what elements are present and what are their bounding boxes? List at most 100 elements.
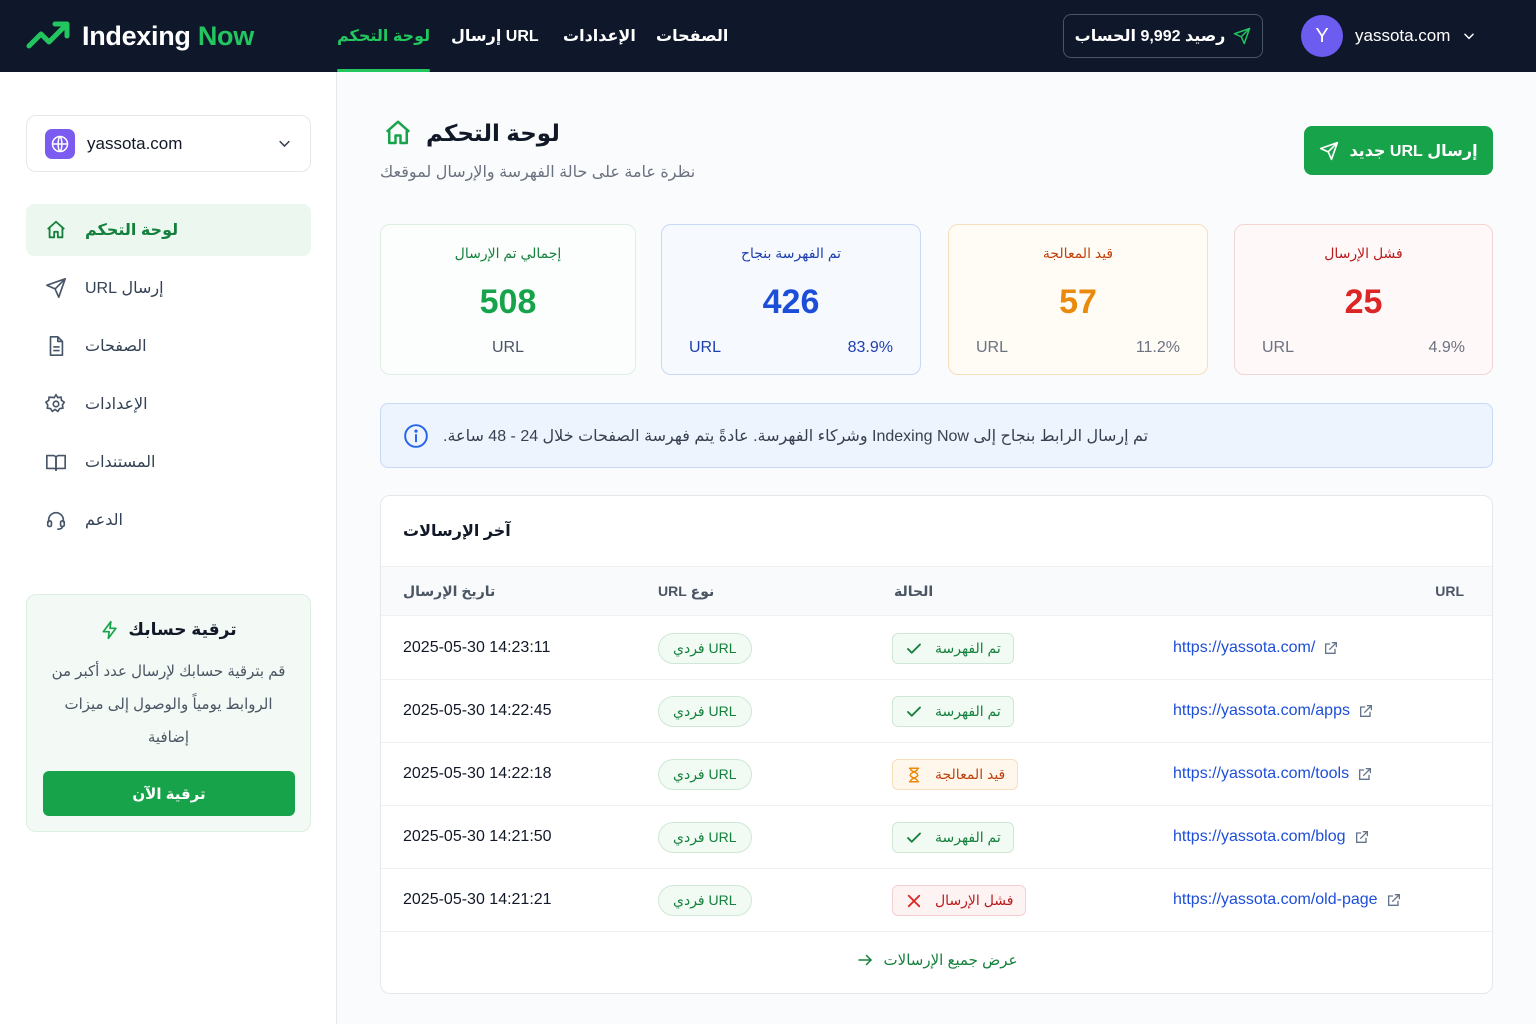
stat-value: 426 [762,283,820,321]
column-header-type[interactable]: نوع URL [658,583,714,600]
external-link-icon [1357,766,1373,782]
app-name: Indexing Now [82,20,254,51]
status-badge: تم الفهرسة [892,822,1014,853]
status-badge: فشل الإرسال [892,885,1027,916]
stat-title: تم الفهرسة بنجاح [740,245,842,261]
sidebar-item-docs[interactable]: المستندات [26,436,311,488]
page-header: لوحة التحكم [382,118,560,148]
gear-icon [45,393,67,415]
headset-icon [45,509,67,531]
info-icon [403,423,429,449]
user-menu[interactable]: Y yassota.com [1301,14,1476,58]
lightning-icon [100,619,120,641]
row-date: 2025-05-30 14:21:50 [403,828,552,845]
send-icon [1319,141,1339,161]
upgrade-description: قم بترقية حسابك لإرسال عدد أكبر من الروا… [51,663,286,746]
view-all-submissions-link[interactable]: عرض جميع الإرسالات [381,951,1492,969]
site-name: yassota.com [87,133,183,153]
table-row[interactable]: 2025-05-30 14:21:21 URL فردي فشل الإرسال… [381,869,1492,932]
stat-unit: URL [976,339,1009,356]
sidebar: yassota.com لوحة التحكم إرسال URL الصفحا… [0,72,337,1024]
stat-percent: 4.9% [1428,339,1465,356]
status-badge: قيد المعالجة [892,759,1019,790]
nav-settings[interactable]: الإعدادات [563,0,636,72]
type-badge: URL فردي [658,822,752,853]
type-badge: URL فردي [658,759,752,790]
send-icon [45,277,67,299]
row-date: 2025-05-30 14:21:21 [403,891,552,908]
row-url-link[interactable]: https://yassota.com/apps [1173,702,1374,720]
recent-submissions: آخر الإرسالات تاريخ الإرسال نوع URL الحا… [380,495,1493,994]
home-icon [382,118,414,148]
sidebar-item-dashboard[interactable]: لوحة التحكم [26,204,311,256]
nav-pages[interactable]: الصفحات [656,0,728,72]
document-icon [45,335,67,357]
row-date: 2025-05-30 14:23:11 [403,639,551,656]
upgrade-now-button[interactable]: ترقية الآن [43,771,295,816]
stat-percent: 83.9% [847,339,893,356]
table-row[interactable]: 2025-05-30 14:22:45 URL فردي تم الفهرسة … [381,680,1492,743]
stat-value: 25 [1344,283,1383,321]
avatar: Y [1301,15,1343,57]
table-row[interactable]: 2025-05-30 14:23:11 URL فردي تم الفهرسة … [381,617,1492,680]
arrow-right-icon [856,951,874,969]
new-url-button[interactable]: إرسال URL جديد [1304,126,1493,175]
stat-percent: 11.2% [1135,339,1180,356]
row-url-link[interactable]: https://yassota.com/blog [1173,828,1370,846]
table-header: تاريخ الإرسال نوع URL الحالة URL [381,566,1492,616]
user-site: yassota.com [1355,26,1451,45]
sidebar-item-label: الصفحات [85,338,147,355]
hourglass-icon [905,766,923,784]
row-url-link[interactable]: https://yassota.com/tools [1173,765,1373,783]
stat-card-pending: قيد المعالجة 57 URL 11.2% [948,224,1208,375]
send-icon [1233,27,1251,45]
external-link-icon [1354,829,1370,845]
top-navbar: Indexing Now لوحة التحكم إرسال URL الإعد… [0,0,1536,72]
chevron-down-icon [1462,29,1476,43]
home-icon [45,219,67,241]
nav-dashboard[interactable]: لوحة التحكم [337,0,431,72]
stat-card-indexed: تم الفهرسة بنجاح 426 URL 83.9% [661,224,921,375]
column-header-url[interactable]: URL [1435,583,1464,599]
page-subtitle: نظرة عامة على حالة الفهرسة والإرسال لموق… [380,164,696,181]
sidebar-item-support[interactable]: الدعم [26,494,311,546]
site-selector[interactable]: yassota.com [26,115,311,172]
check-icon [905,703,923,721]
stat-unit: URL [1262,339,1295,356]
row-url-link[interactable]: https://yassota.com/ [1173,639,1339,657]
stat-card-total: إجمالي تم الإرسال 508 URL [380,224,636,375]
globe-icon [45,128,75,159]
stat-title: فشل الإرسال [1324,245,1403,261]
sidebar-item-pages[interactable]: الصفحات [26,320,311,372]
stat-card-failed: فشل الإرسال 25 URL 4.9% [1234,224,1493,375]
column-header-date[interactable]: تاريخ الإرسال [403,583,495,600]
info-text: تم إرسال الرابط بنجاح إلى Indexing Now و… [443,427,1149,445]
upgrade-card: ترقية حسابك قم بترقية حسابك لإرسال عدد أ… [26,594,311,832]
section-title: آخر الإرسالات [403,523,511,540]
row-url-link[interactable]: https://yassota.com/old-page [1173,891,1402,909]
app-logo[interactable]: Indexing Now [26,16,254,56]
close-icon [905,892,923,910]
book-icon [45,451,67,473]
external-link-icon [1386,892,1402,908]
table-row[interactable]: 2025-05-30 14:22:18 URL فردي قيد المعالج… [381,743,1492,806]
sidebar-item-label: الدعم [85,512,123,529]
table-row[interactable]: 2025-05-30 14:21:50 URL فردي تم الفهرسة … [381,806,1492,869]
sidebar-item-settings[interactable]: الإعدادات [26,378,311,430]
account-balance[interactable]: رصيد 9,992 الحساب [1063,14,1263,58]
status-badge: تم الفهرسة [892,696,1014,727]
upgrade-title: ترقية حسابك [27,619,310,641]
stat-title: قيد المعالجة [1042,245,1114,261]
nav-submit-url[interactable]: إرسال URL [451,0,539,72]
column-header-status[interactable]: الحالة [894,583,933,600]
sidebar-item-submit-url[interactable]: إرسال URL [26,262,311,314]
stat-unit: URL [689,339,722,356]
check-icon [905,829,923,847]
sidebar-item-label: لوحة التحكم [85,222,179,239]
row-date: 2025-05-30 14:22:18 [403,765,552,782]
type-badge: URL فردي [658,696,752,727]
page-title: لوحة التحكم [426,119,560,146]
external-link-icon [1323,640,1339,656]
type-badge: URL فردي [658,633,752,664]
sidebar-item-label: الإعدادات [85,396,148,413]
